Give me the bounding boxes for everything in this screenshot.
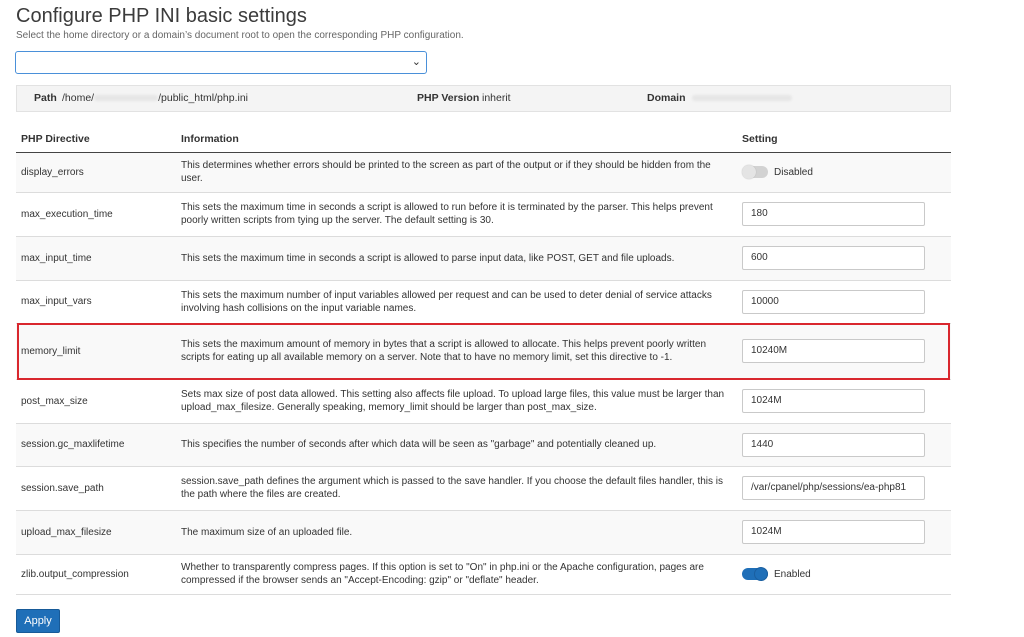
page-subtitle: Select the home directory or a domain’s …	[16, 30, 464, 41]
info-bar: Path /home/ /public_html/php.ini PHP Vers…	[16, 85, 951, 112]
header-setting: Setting	[737, 126, 951, 153]
max-input-vars-input[interactable]: 10000	[742, 289, 925, 314]
domain-label: Domain	[647, 92, 686, 104]
path-suffix: /public_html/php.ini	[158, 92, 248, 104]
page-title: Configure PHP INI basic settings	[16, 5, 307, 27]
redacted-text	[692, 95, 792, 102]
directive-info: This sets the maximum number of input va…	[176, 280, 737, 324]
max-input-time-input[interactable]: 600	[742, 246, 925, 270]
apply-button[interactable]: Apply	[16, 609, 60, 633]
chevron-down-icon: ⌄	[411, 56, 421, 68]
table-row: max_input_time This sets the maximum tim…	[16, 236, 951, 281]
directive-info: Sets max size of post data allowed. This…	[176, 379, 737, 424]
path-prefix: /home/	[62, 92, 95, 104]
session-save-path-input[interactable]: /var/cpanel/php/sessions/ea-php81	[742, 476, 925, 500]
table-row: display_errors This determines whether e…	[16, 152, 951, 193]
directive-name: max_input_time	[16, 236, 176, 281]
php-version-label: PHP Version	[417, 92, 480, 104]
toggle-switch[interactable]	[742, 165, 768, 179]
directive-name: upload_max_filesize	[16, 510, 176, 555]
memory-limit-input[interactable]: 10240M	[742, 339, 925, 363]
table-row: max_execution_time This sets the maximum…	[16, 192, 951, 237]
php-version-value: inherit	[482, 92, 511, 104]
path-label: Path	[34, 92, 57, 104]
toggle-switch[interactable]	[742, 567, 768, 581]
header-information: Information	[176, 126, 737, 153]
max-execution-time-input[interactable]: 180	[742, 202, 925, 226]
table-row: memory_limit This sets the maximum amoun…	[16, 323, 951, 380]
post-max-size-input[interactable]: 1024M	[742, 389, 925, 413]
directive-name: post_max_size	[16, 379, 176, 424]
directive-info: This sets the maximum time in seconds a …	[176, 192, 737, 237]
directive-info: This specifies the number of seconds aft…	[176, 423, 737, 467]
directive-name: max_input_vars	[16, 280, 176, 324]
redacted-text	[94, 95, 159, 102]
directive-name: display_errors	[16, 152, 176, 193]
table-row: session.gc_maxlifetime This specifies th…	[16, 423, 951, 467]
directive-info: This sets the maximum amount of memory i…	[176, 323, 737, 380]
upload-max-filesize-input[interactable]: 1024M	[742, 520, 925, 544]
directive-name: zlib.output_compression	[16, 554, 176, 595]
zlib-compression-toggle[interactable]: Enabled	[742, 567, 946, 581]
table-row: session.save_path session.save_path defi…	[16, 466, 951, 511]
table-row: max_input_vars This sets the maximum num…	[16, 280, 951, 324]
toggle-label: Enabled	[774, 568, 811, 580]
session-gc-maxlifetime-input[interactable]: 1440	[742, 432, 925, 457]
directive-name: memory_limit	[16, 323, 176, 380]
domain-value	[692, 86, 792, 111]
directive-name: max_execution_time	[16, 192, 176, 237]
header-directive: PHP Directive	[16, 126, 176, 153]
directive-name: session.save_path	[16, 466, 176, 511]
table-row: post_max_size Sets max size of post data…	[16, 379, 951, 424]
php-directives-table: PHP Directive Information Setting displa…	[16, 126, 951, 595]
table-row: zlib.output_compression Whether to trans…	[16, 554, 951, 595]
directory-select[interactable]: ⌄	[15, 51, 427, 74]
path-value: /home/ /public_html/php.ini	[62, 86, 248, 111]
toggle-label: Disabled	[774, 166, 813, 178]
directive-info: The maximum size of an uploaded file.	[176, 510, 737, 555]
directive-info: session.save_path defines the argument w…	[176, 466, 737, 511]
directive-info: This determines whether errors should be…	[176, 152, 737, 193]
directive-info: This sets the maximum time in seconds a …	[176, 236, 737, 281]
table-row: upload_max_filesize The maximum size of …	[16, 510, 951, 555]
display-errors-toggle[interactable]: Disabled	[742, 165, 946, 179]
directive-name: session.gc_maxlifetime	[16, 423, 176, 467]
directive-info: Whether to transparently compress pages.…	[176, 554, 737, 595]
